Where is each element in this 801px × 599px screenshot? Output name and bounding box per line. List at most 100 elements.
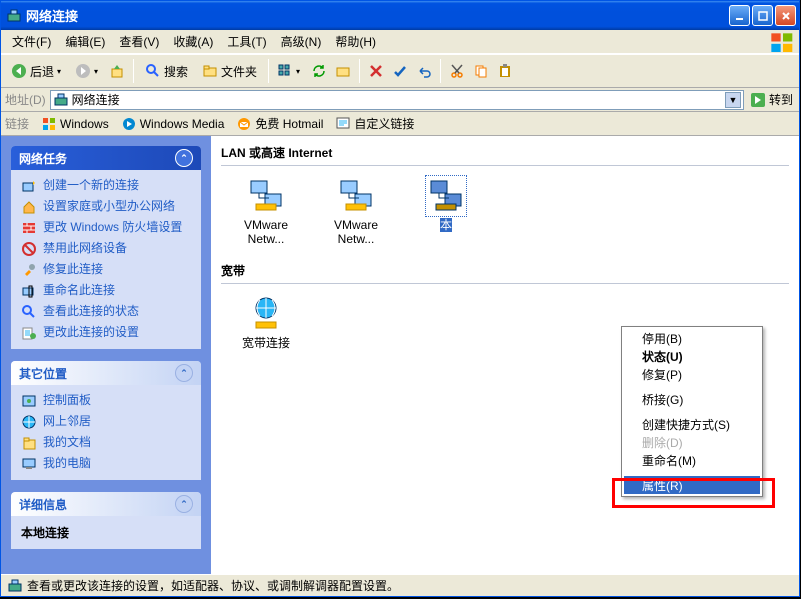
link-hotmail[interactable]: 免费 Hotmail (236, 115, 323, 132)
close-button[interactable] (775, 5, 796, 26)
control-panel-icon (21, 393, 37, 409)
menu-tools[interactable]: 工具(T) (220, 30, 273, 53)
statusbar: 查看或更改该连接的设置，如适配器、协议、或调制解调器配置设置。 (1, 574, 799, 596)
dropdown-icon[interactable]: ▾ (94, 67, 101, 76)
menu-view[interactable]: 查看(V) (112, 30, 166, 53)
panel-header[interactable]: 详细信息 ⌃ (11, 492, 201, 516)
section-lan: LAN 或高速 Internet (221, 140, 789, 166)
collapse-icon[interactable]: ⌃ (175, 495, 193, 513)
settings-icon (21, 325, 37, 341)
connection-icon (426, 176, 466, 216)
sync-button[interactable] (308, 58, 330, 84)
menu-disable[interactable]: 停用(B) (624, 329, 760, 347)
address-label: 地址(D) (5, 91, 46, 108)
sidebar: 网络任务 ⌃ 创建一个新的连接 设置家庭或小型办公网络 更改 Windows 防… (1, 136, 211, 574)
task-view-status[interactable]: 查看此连接的状态 (21, 304, 191, 320)
dropdown-icon[interactable]: ▾ (57, 67, 64, 76)
task-repair[interactable]: 修复此连接 (21, 262, 191, 278)
address-field[interactable]: 网络连接 ▼ (50, 90, 744, 110)
task-home-network[interactable]: 设置家庭或小型办公网络 (21, 199, 191, 215)
section-broadband: 宽带 (221, 258, 789, 284)
menu-favorites[interactable]: 收藏(A) (166, 30, 220, 53)
task-new-connection[interactable]: 创建一个新的连接 (21, 178, 191, 194)
menu-rename[interactable]: 重命名(M) (624, 451, 760, 469)
panel-header[interactable]: 网络任务 ⌃ (11, 146, 201, 170)
place-control-panel[interactable]: 控制面板 (21, 393, 191, 409)
check-button[interactable] (389, 58, 411, 84)
panel-details: 详细信息 ⌃ 本地连接 (11, 492, 201, 549)
maximize-button[interactable] (752, 5, 773, 26)
folder-button[interactable] (332, 58, 354, 84)
links-bar: 链接 Windows Windows Media 免费 Hotmail 自定义链… (1, 112, 799, 136)
address-value: 网络连接 (72, 91, 722, 108)
menu-edit[interactable]: 编辑(E) (58, 30, 112, 53)
connection-icon (246, 176, 286, 216)
dropdown-icon[interactable]: ▾ (296, 67, 303, 76)
task-firewall[interactable]: 更改 Windows 防火墙设置 (21, 220, 191, 236)
views-button[interactable]: ▾ (274, 58, 306, 84)
task-change-settings[interactable]: 更改此连接的设置 (21, 325, 191, 341)
place-my-documents[interactable]: 我的文档 (21, 435, 191, 451)
status-text: 查看或更改该连接的设置，如适配器、协议、或调制解调器配置设置。 (27, 577, 399, 594)
details-name: 本地连接 (21, 524, 191, 541)
connection-broadband[interactable]: 宽带连接 (231, 294, 301, 350)
up-button[interactable] (106, 58, 128, 84)
back-button[interactable]: 后退 ▾ (5, 58, 70, 84)
connection-vmware1[interactable]: VMware Netw... (231, 176, 301, 246)
menu-properties[interactable]: 属性(R) (624, 476, 760, 494)
network-icon (21, 414, 37, 430)
window-title: 网络连接 (26, 6, 729, 25)
connection-icon (246, 294, 286, 334)
minimize-button[interactable] (729, 5, 750, 26)
home-network-icon (21, 199, 37, 215)
undo-button[interactable] (413, 58, 435, 84)
link-windows[interactable]: Windows (41, 116, 109, 132)
body: 网络任务 ⌃ 创建一个新的连接 设置家庭或小型办公网络 更改 Windows 防… (1, 136, 799, 574)
link-custom[interactable]: 自定义链接 (335, 115, 414, 132)
task-rename[interactable]: 重命名此连接 (21, 283, 191, 299)
panel-network-tasks: 网络任务 ⌃ 创建一个新的连接 设置家庭或小型办公网络 更改 Windows 防… (11, 146, 201, 349)
window: 网络连接 文件(F) 编辑(E) 查看(V) 收藏(A) 工具(T) 高级(N)… (0, 0, 800, 597)
menu-separator (626, 411, 758, 412)
separator (268, 59, 269, 83)
back-label: 后退 (30, 63, 54, 80)
separator (133, 59, 134, 83)
context-menu: 停用(B) 状态(U) 修复(P) 桥接(G) 创建快捷方式(S) 删除(D) … (621, 326, 763, 497)
task-disable-device[interactable]: 禁用此网络设备 (21, 241, 191, 257)
status-icon (21, 304, 37, 320)
dropdown-icon[interactable]: ▼ (725, 92, 741, 108)
menu-status[interactable]: 状态(U) (624, 347, 760, 365)
status-icon (7, 578, 23, 594)
menu-file[interactable]: 文件(F) (5, 30, 58, 53)
collapse-icon[interactable]: ⌃ (175, 149, 193, 167)
folders-label: 文件夹 (221, 63, 257, 80)
menu-advanced[interactable]: 高级(N) (274, 30, 329, 53)
connection-local-selected[interactable]: 本 (411, 176, 481, 246)
menubar: 文件(F) 编辑(E) 查看(V) 收藏(A) 工具(T) 高级(N) 帮助(H… (1, 30, 799, 54)
search-button[interactable]: 搜索 (139, 58, 194, 84)
titlebar[interactable]: 网络连接 (1, 1, 799, 30)
search-label: 搜索 (164, 63, 188, 80)
connection-vmware2[interactable]: VMware Netw... (321, 176, 391, 246)
paste-button[interactable] (494, 58, 516, 84)
collapse-icon[interactable]: ⌃ (175, 364, 193, 382)
menu-help[interactable]: 帮助(H) (328, 30, 383, 53)
windows-logo-icon (769, 31, 797, 53)
panel-header[interactable]: 其它位置 ⌃ (11, 361, 201, 385)
stop-button[interactable] (365, 58, 387, 84)
cut-button[interactable] (446, 58, 468, 84)
app-icon (6, 8, 22, 24)
forward-button[interactable]: ▾ (72, 58, 104, 84)
folders-button[interactable]: 文件夹 (196, 58, 263, 84)
computer-icon (21, 456, 37, 472)
rename-icon (21, 283, 37, 299)
place-my-computer[interactable]: 我的电脑 (21, 456, 191, 472)
link-windows-media[interactable]: Windows Media (121, 116, 225, 132)
menu-bridge[interactable]: 桥接(G) (624, 390, 760, 408)
menu-shortcut[interactable]: 创建快捷方式(S) (624, 415, 760, 433)
place-network-neighborhood[interactable]: 网上邻居 (21, 414, 191, 430)
go-button[interactable]: 转到 (748, 90, 795, 110)
links-label: 链接 (5, 115, 29, 132)
copy-button[interactable] (470, 58, 492, 84)
menu-repair[interactable]: 修复(P) (624, 365, 760, 383)
